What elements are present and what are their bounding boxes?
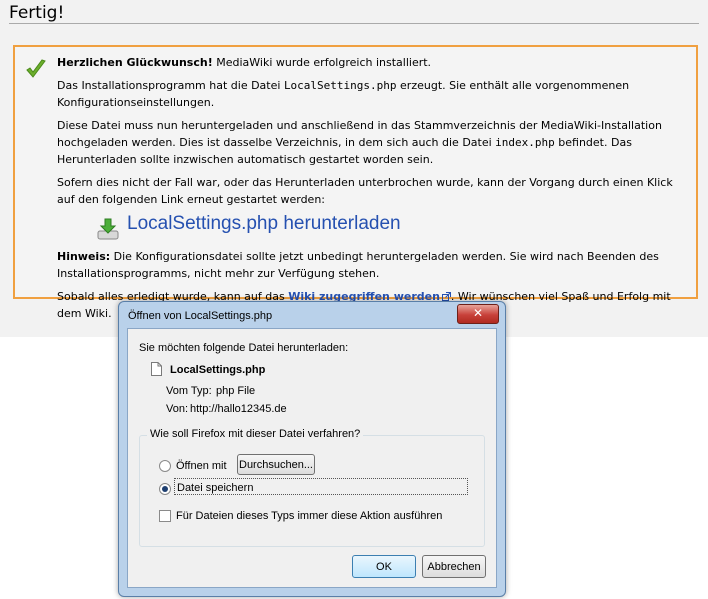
- hint-label: Hinweis:: [57, 250, 111, 263]
- action-question: Wie soll Firefox mit dieser Datei verfah…: [147, 428, 364, 440]
- heading-divider: [9, 23, 699, 24]
- hint-text: Die Konfigurationsdatei sollte jetzt unb…: [57, 250, 659, 280]
- generated-text-a: Das Installationsprogramm hat die Datei: [57, 79, 284, 92]
- open-with-radio[interactable]: [159, 460, 171, 472]
- file-source-row: Von: http://hallo12345.de: [166, 403, 287, 415]
- always-do-this-checkbox[interactable]: [159, 510, 171, 522]
- page-title: Fertig!: [9, 3, 65, 23]
- save-file-radio[interactable]: [159, 483, 171, 495]
- success-message-box: Herzlichen Glückwunsch! MediaWiki wurde …: [13, 45, 698, 320]
- retry-paragraph: Sofern dies nicht der Fall war, oder das…: [57, 176, 673, 206]
- dialog-body: Sie möchten folgende Datei herunterladen…: [127, 328, 497, 588]
- file-type-row: Vom Typ: php File: [166, 385, 255, 397]
- hint-paragraph: Hinweis: Die Konfigurationsdatei sollte …: [57, 248, 693, 282]
- file-icon: [151, 362, 162, 376]
- always-do-this-label[interactable]: Für Dateien dieses Typs immer diese Akti…: [176, 510, 442, 522]
- index-php-code: index.php: [495, 136, 555, 149]
- external-link-icon: [441, 292, 451, 301]
- close-button[interactable]: ✕: [457, 304, 499, 324]
- intro-text: MediaWiki wurde erfolgreich installiert.: [212, 56, 432, 69]
- download-dialog: Öffnen von LocalSettings.php ✕ Sie möcht…: [118, 301, 506, 597]
- file-name: LocalSettings.php: [170, 364, 266, 376]
- file-source-value: http://hallo12345.de: [190, 403, 287, 415]
- file-type-value: php File: [216, 385, 256, 397]
- action-group: Wie soll Firefox mit dieser Datei verfah…: [139, 428, 485, 547]
- save-file-label[interactable]: Datei speichern: [177, 482, 253, 494]
- download-link-row: LocalSettings.php herunterladen: [97, 214, 693, 242]
- open-with-label[interactable]: Öffnen mit: [176, 460, 227, 472]
- generated-file-paragraph: Das Installationsprogramm hat die Datei …: [57, 77, 693, 111]
- dialog-intro: Sie möchten folgende Datei herunterladen…: [139, 342, 349, 354]
- intro-paragraph: Herzlichen Glückwunsch! MediaWiki wurde …: [57, 54, 693, 71]
- localsettings-code: LocalSettings.php: [283, 79, 397, 92]
- file-source-label: Von:: [166, 403, 189, 415]
- upload-paragraph: Diese Datei muss nun heruntergeladen und…: [57, 117, 693, 168]
- checkmark-icon: [26, 59, 46, 78]
- download-icon: [97, 218, 119, 240]
- download-localsettings-link[interactable]: LocalSettings.php herunterladen: [127, 214, 401, 233]
- dialog-title: Öffnen von LocalSettings.php: [128, 310, 273, 322]
- success-text: Herzlichen Glückwunsch! MediaWiki wurde …: [57, 54, 693, 328]
- file-type-label: Vom Typ:: [166, 385, 212, 397]
- congrats-label: Herzlichen Glückwunsch!: [57, 56, 213, 69]
- browse-button[interactable]: Durchsuchen...: [237, 454, 315, 475]
- ok-button[interactable]: OK: [352, 555, 416, 578]
- cancel-button[interactable]: Abbrechen: [422, 555, 486, 578]
